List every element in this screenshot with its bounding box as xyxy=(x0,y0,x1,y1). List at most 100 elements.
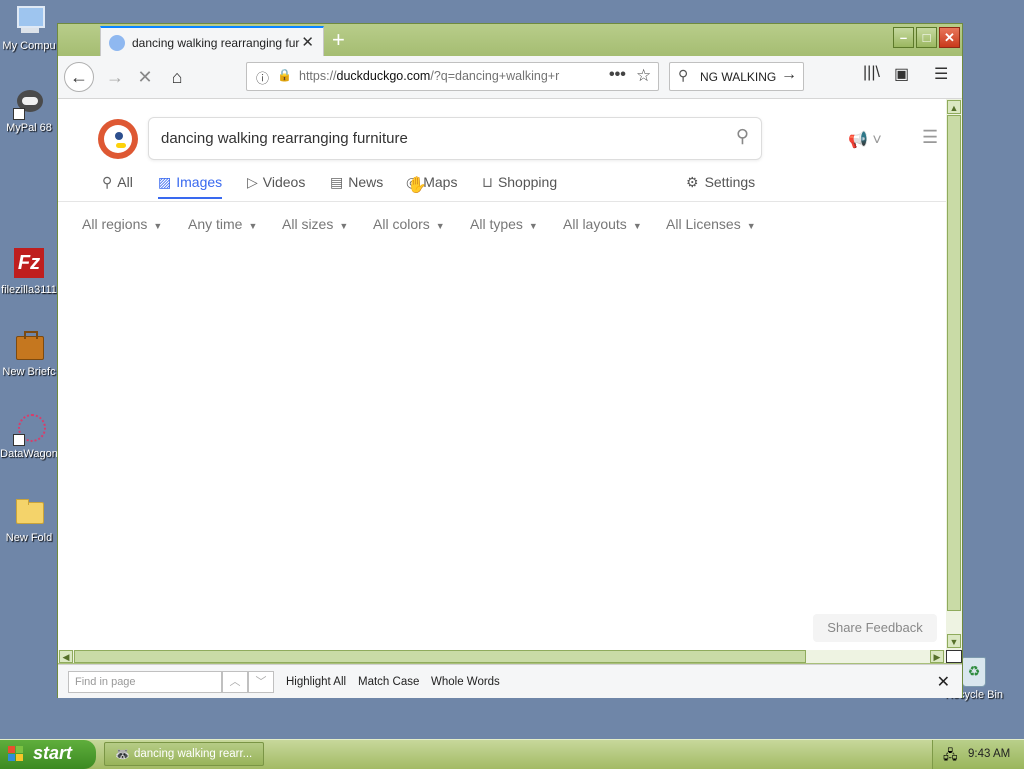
datawagon-icon: ↗ xyxy=(13,412,46,446)
scroll-right-icon[interactable]: ▶ xyxy=(930,650,944,663)
page-actions-icon[interactable]: ••• xyxy=(609,66,626,84)
desktop-icon-briefcase[interactable]: New Briefc xyxy=(0,330,58,378)
hamburger-menu-icon[interactable]: ☰ xyxy=(934,64,948,84)
scroll-thumb[interactable] xyxy=(947,115,961,611)
share-feedback-button[interactable]: Share Feedback xyxy=(813,614,937,642)
home-button[interactable]: ⌂ xyxy=(162,62,192,92)
scroll-thumb[interactable] xyxy=(74,650,806,663)
browser-tab[interactable]: dancing walking rearranging furniture ✕ xyxy=(100,26,324,56)
close-tab-icon[interactable]: ✕ xyxy=(301,33,314,51)
caret-down-icon: ▼ xyxy=(339,221,349,231)
filezilla-icon: Fz xyxy=(13,248,45,280)
caret-down-icon: ▼ xyxy=(746,221,756,231)
desktop-icon-label: filezilla3111 xyxy=(1,284,57,296)
search-go-icon[interactable]: → xyxy=(781,66,797,84)
info-icon[interactable]: ⓘ xyxy=(256,68,269,87)
filter-time[interactable]: Any time ▼ xyxy=(188,216,257,232)
tab-images[interactable]: ▨ Images xyxy=(158,174,223,199)
desktop-icon-new-folder[interactable]: New Fold xyxy=(0,496,58,544)
tab-strip: dancing walking rearranging furniture ✕ … xyxy=(58,24,962,56)
system-tray: 🖧 9:43 AM xyxy=(932,740,1024,769)
caret-down-icon: ▼ xyxy=(435,221,445,231)
taskbar: start 🦝 dancing walking rearr... 🖧 9:43 … xyxy=(0,739,1024,769)
recycle-bin-icon: ♻ xyxy=(962,657,986,687)
find-previous-button[interactable]: ︿ xyxy=(222,671,248,693)
stop-button[interactable]: ✕ xyxy=(130,62,160,92)
ddg-menu-icon[interactable]: ☰ xyxy=(922,127,938,148)
library-icon[interactable]: |||\ xyxy=(863,64,880,82)
find-next-button[interactable]: ﹀ xyxy=(248,671,274,693)
filter-types[interactable]: All types ▼ xyxy=(470,216,538,232)
desktop-icon-label: New Briefc xyxy=(2,366,56,378)
search-icon: ⚲ xyxy=(678,67,689,83)
caret-down-icon: ▼ xyxy=(528,221,538,231)
search-icon[interactable]: ⚲ xyxy=(736,126,749,147)
ddg-search-input[interactable]: dancing walking rearranging furniture ⚲ xyxy=(148,117,762,160)
minimize-button[interactable]: – xyxy=(893,27,914,48)
caret-down-icon: ▼ xyxy=(153,221,163,231)
forward-button[interactable]: → xyxy=(100,62,130,92)
browser-search-text: NG WALKING xyxy=(700,70,777,84)
maximize-button[interactable]: □ xyxy=(916,27,937,48)
caret-down-icon: ▼ xyxy=(632,221,642,231)
tab-title: dancing walking rearranging furniture xyxy=(132,36,300,50)
folder-icon xyxy=(13,496,45,528)
shopping-bag-icon: ⊔ xyxy=(482,174,493,190)
tab-favicon-icon xyxy=(109,35,125,51)
tab-videos[interactable]: ▷ Videos xyxy=(247,174,305,191)
lock-icon: 🔒 xyxy=(277,68,292,82)
desktop-icon-datawagon[interactable]: ↗ DataWagon xyxy=(0,412,58,460)
scroll-up-icon[interactable]: ▲ xyxy=(947,100,961,114)
desktop-icon-filezilla[interactable]: Fz filezilla3111 xyxy=(0,248,58,296)
taskbar-item-label: dancing walking rearr... xyxy=(134,748,253,760)
bookmark-star-icon[interactable]: ☆ xyxy=(636,66,651,86)
filter-licenses[interactable]: All Licenses ▼ xyxy=(666,216,756,232)
settings-button[interactable]: ⚙ Settings xyxy=(686,174,755,191)
search-icon: ⚲ xyxy=(102,174,113,190)
desktop-icon-label: MyPal 68 xyxy=(6,122,52,134)
start-label: start xyxy=(33,743,73,763)
match-case-toggle[interactable]: Match Case xyxy=(358,676,419,688)
desktop-icon-my-computer[interactable]: My Compu xyxy=(0,4,58,52)
close-find-bar-icon[interactable]: ✕ xyxy=(937,672,950,692)
highlight-all-toggle[interactable]: Highlight All xyxy=(286,676,346,688)
desktop-icon-label: New Fold xyxy=(5,532,53,544)
taskbar-item-browser[interactable]: 🦝 dancing walking rearr... xyxy=(104,742,264,766)
scroll-corner xyxy=(946,650,962,663)
url-text: https://duckduckgo.com/?q=dancing+walkin… xyxy=(299,69,560,83)
browser-search-box[interactable]: ⚲ NG WALKING → xyxy=(669,62,804,91)
horizontal-scrollbar[interactable]: ◀ ▶ xyxy=(58,650,946,663)
megaphone-icon[interactable]: 📢 ˅ xyxy=(848,130,882,150)
whole-words-toggle[interactable]: Whole Words xyxy=(431,676,500,688)
computer-icon xyxy=(13,4,45,36)
find-bar: Find in page ︿ ﹀ Highlight All Match Cas… xyxy=(58,664,962,698)
sliders-icon: ⚙ xyxy=(686,174,699,190)
desktop-icon-label: My Compu xyxy=(2,40,56,52)
scroll-left-icon[interactable]: ◀ xyxy=(59,650,73,663)
filter-sizes[interactable]: All sizes ▼ xyxy=(282,216,348,232)
start-button[interactable]: start xyxy=(0,740,96,769)
sidebar-icon[interactable]: ▣ xyxy=(894,64,909,84)
clock: 9:43 AM xyxy=(968,748,1011,760)
close-window-button[interactable]: ✕ xyxy=(939,27,960,48)
url-bar[interactable]: ⓘ 🔒 https://duckduckgo.com/?q=dancing+wa… xyxy=(246,62,659,91)
mypal-icon: ↗ xyxy=(13,86,45,120)
tab-shopping[interactable]: ⊔ Shopping xyxy=(482,174,557,191)
network-icon[interactable]: 🖧 xyxy=(943,746,958,768)
vertical-scrollbar[interactable]: ▲ ▼ xyxy=(946,99,962,650)
tab-news[interactable]: ▤ News xyxy=(330,174,383,191)
image-icon: ▨ xyxy=(158,174,172,190)
new-tab-button[interactable]: + xyxy=(332,27,345,53)
filter-colors[interactable]: All colors ▼ xyxy=(373,216,445,232)
duckduckgo-logo[interactable] xyxy=(98,119,138,159)
filter-layouts[interactable]: All layouts ▼ xyxy=(563,216,642,232)
desktop-icon-mypal[interactable]: ↗ MyPal 68 xyxy=(0,86,58,134)
tab-all[interactable]: ⚲ All xyxy=(102,174,133,191)
scroll-down-icon[interactable]: ▼ xyxy=(947,634,961,648)
play-icon: ▷ xyxy=(247,174,258,190)
navigation-toolbar: ← → ✕ ⌂ ⓘ 🔒 https://duckduckgo.com/?q=da… xyxy=(58,56,962,99)
hand-cursor-icon: ✋ xyxy=(407,177,427,194)
back-button[interactable]: ← xyxy=(64,62,94,92)
filter-regions[interactable]: All regions ▼ xyxy=(82,216,162,232)
find-input[interactable]: Find in page xyxy=(68,671,222,693)
